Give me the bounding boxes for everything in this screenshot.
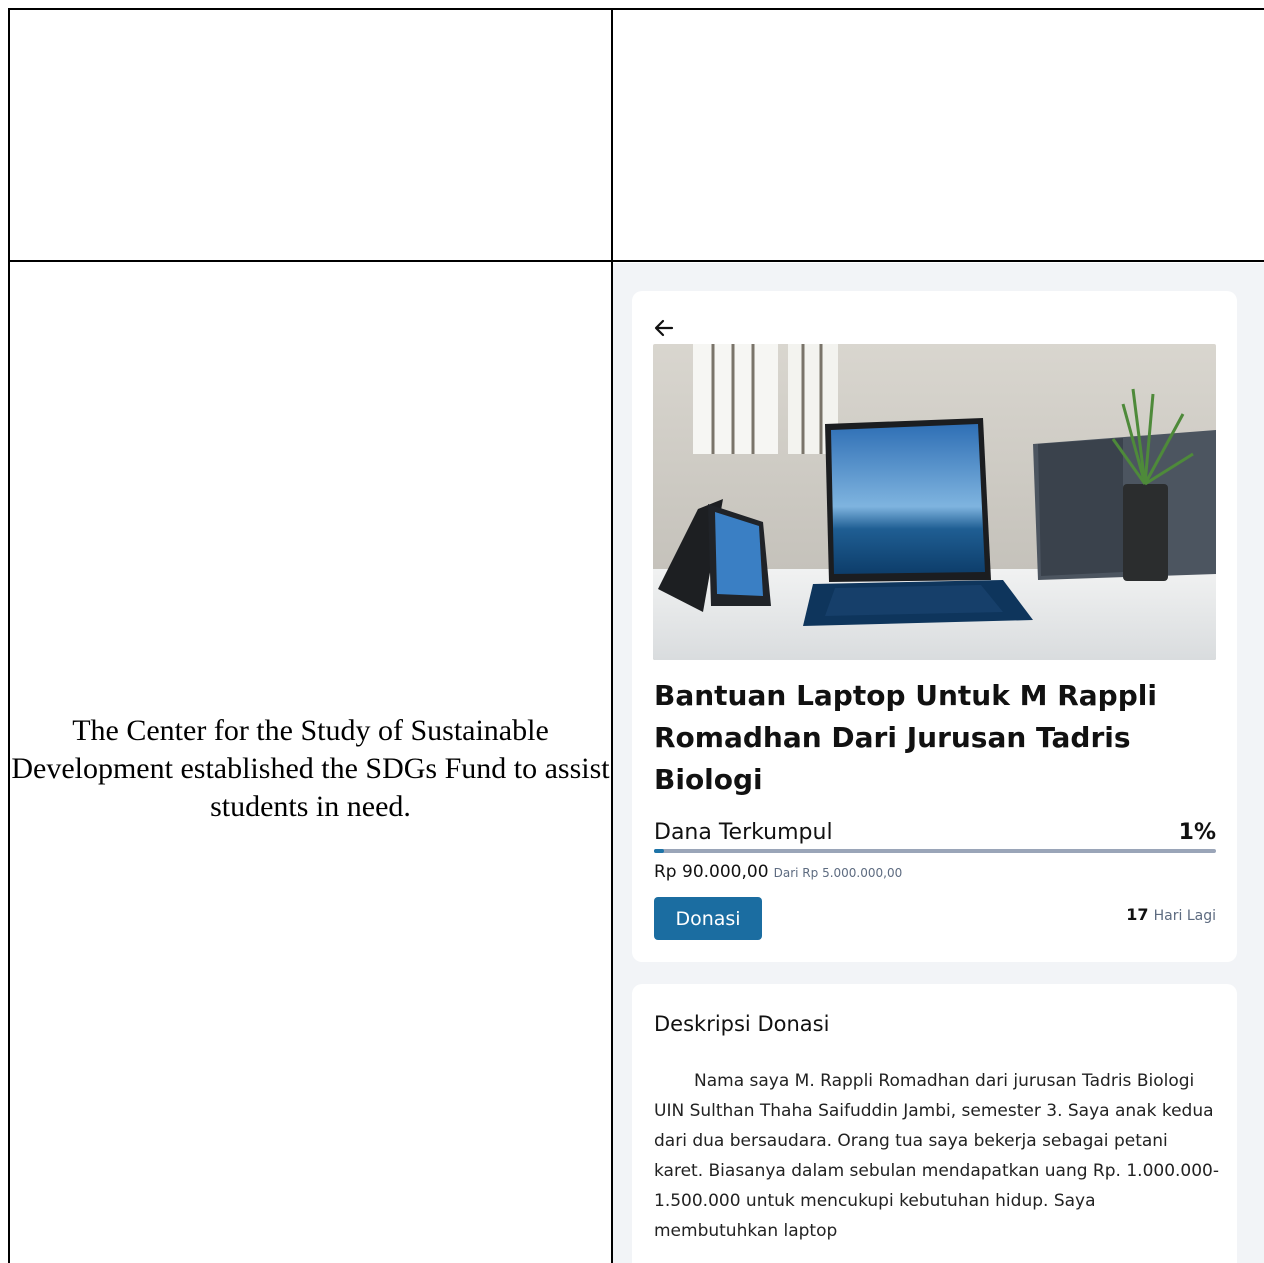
- description-title: Deskripsi Donasi: [654, 1012, 830, 1036]
- campaign-hero-image: [653, 344, 1216, 660]
- amount-collected: Rp 90.000,00: [654, 862, 769, 882]
- app-screenshot: Bantuan Laptop Untuk M Rappli Romadhan D…: [613, 263, 1264, 1263]
- fund-label: Dana Terkumpul: [654, 820, 833, 845]
- description-card: Deskripsi Donasi Nama saya M. Rappli Rom…: [632, 984, 1237, 1263]
- campaign-card: Bantuan Laptop Untuk M Rappli Romadhan D…: [632, 291, 1237, 962]
- arrow-left-icon[interactable]: [652, 317, 676, 339]
- figure-caption: The Center for the Study of Sustainable …: [11, 714, 610, 823]
- fund-progress-bar: [654, 849, 1216, 853]
- days-remaining: 17 Hari Lagi: [1126, 905, 1216, 924]
- fund-progress-fill: [654, 849, 665, 853]
- description-body: Nama saya M. Rappli Romadhan dari jurusa…: [654, 1071, 1220, 1241]
- donate-button[interactable]: Donasi: [654, 897, 762, 940]
- table-row-divider: [8, 260, 1264, 262]
- days-left-label: Hari Lagi: [1153, 908, 1216, 924]
- amount-target: Dari Rp 5.000.000,00: [773, 866, 903, 880]
- campaign-title: Bantuan Laptop Untuk M Rappli Romadhan D…: [654, 679, 1157, 796]
- days-left-number: 17: [1126, 905, 1149, 924]
- fund-amount-row: Rp 90.000,00 Dari Rp 5.000.000,00: [654, 862, 902, 882]
- fund-percent: 1%: [1178, 820, 1216, 845]
